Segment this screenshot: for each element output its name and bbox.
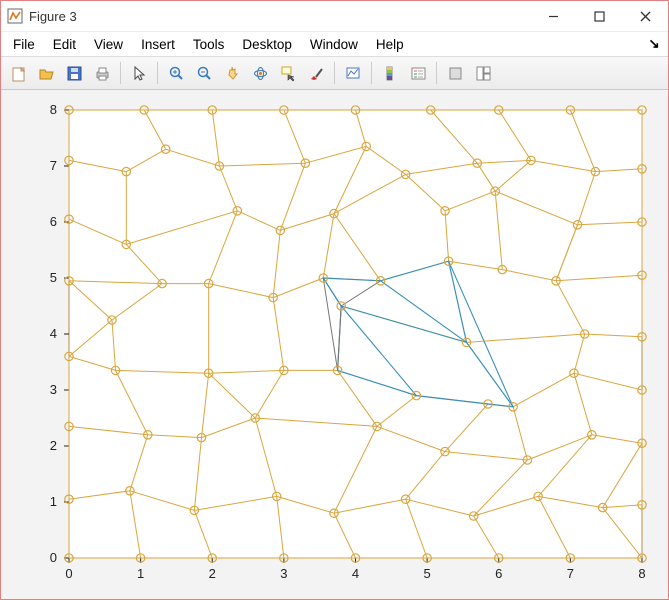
axes[interactable]: 0 1 2 3 4 5 6 7 8 0 1 2 3 4 5 6 7 8 bbox=[1, 90, 669, 600]
menu-help[interactable]: Help bbox=[368, 35, 412, 54]
svg-text:7: 7 bbox=[50, 158, 57, 173]
svg-text:0: 0 bbox=[65, 566, 72, 581]
svg-text:3: 3 bbox=[50, 382, 57, 397]
menu-tools[interactable]: Tools bbox=[185, 35, 233, 54]
open-icon[interactable] bbox=[33, 60, 59, 86]
svg-text:2: 2 bbox=[50, 438, 57, 453]
zoom-in-icon[interactable] bbox=[163, 60, 189, 86]
matlab-figure-icon bbox=[7, 8, 23, 24]
plot-canvas: 0 1 2 3 4 5 6 7 8 0 1 2 3 4 5 6 7 8 bbox=[1, 90, 668, 599]
svg-text:6: 6 bbox=[50, 214, 57, 229]
svg-text:2: 2 bbox=[209, 566, 216, 581]
menu-view[interactable]: View bbox=[86, 35, 131, 54]
window-title: Figure 3 bbox=[29, 9, 77, 24]
legend-icon[interactable] bbox=[405, 60, 431, 86]
print-icon[interactable] bbox=[89, 60, 115, 86]
toolbar bbox=[1, 56, 668, 90]
svg-text:8: 8 bbox=[50, 102, 57, 117]
svg-text:5: 5 bbox=[424, 566, 431, 581]
pan-icon[interactable] bbox=[219, 60, 245, 86]
pointer-icon[interactable] bbox=[126, 60, 152, 86]
svg-text:6: 6 bbox=[495, 566, 502, 581]
rotate-3d-icon[interactable] bbox=[247, 60, 273, 86]
brush-icon[interactable] bbox=[303, 60, 329, 86]
titlebar: Figure 3 bbox=[1, 1, 668, 32]
data-cursor-icon[interactable] bbox=[275, 60, 301, 86]
svg-text:8: 8 bbox=[638, 566, 645, 581]
menu-window[interactable]: Window bbox=[302, 35, 366, 54]
new-figure-icon[interactable] bbox=[5, 60, 31, 86]
zoom-out-icon[interactable] bbox=[191, 60, 217, 86]
svg-text:7: 7 bbox=[567, 566, 574, 581]
svg-text:1: 1 bbox=[50, 494, 57, 509]
svg-text:4: 4 bbox=[50, 326, 57, 341]
hide-tools-icon[interactable] bbox=[442, 60, 468, 86]
maximize-button[interactable] bbox=[576, 1, 622, 31]
svg-text:3: 3 bbox=[280, 566, 287, 581]
menu-file[interactable]: File bbox=[5, 35, 43, 54]
svg-text:5: 5 bbox=[50, 270, 57, 285]
figure-window: Figure 3 File Edit View Insert Tools Des… bbox=[0, 0, 669, 600]
save-icon[interactable] bbox=[61, 60, 87, 86]
svg-text:0: 0 bbox=[50, 550, 57, 565]
svg-text:1: 1 bbox=[137, 566, 144, 581]
colorbar-icon[interactable] bbox=[377, 60, 403, 86]
dock-button[interactable]: ↘ bbox=[644, 36, 664, 52]
menu-edit[interactable]: Edit bbox=[45, 35, 84, 54]
svg-text:4: 4 bbox=[352, 566, 359, 581]
close-button[interactable] bbox=[622, 1, 668, 31]
menubar: File Edit View Insert Tools Desktop Wind… bbox=[1, 32, 668, 56]
menu-desktop[interactable]: Desktop bbox=[234, 35, 300, 54]
minimize-button[interactable] bbox=[530, 1, 576, 31]
show-tools-icon[interactable] bbox=[470, 60, 496, 86]
menu-insert[interactable]: Insert bbox=[133, 35, 183, 54]
link-plot-icon[interactable] bbox=[340, 60, 366, 86]
